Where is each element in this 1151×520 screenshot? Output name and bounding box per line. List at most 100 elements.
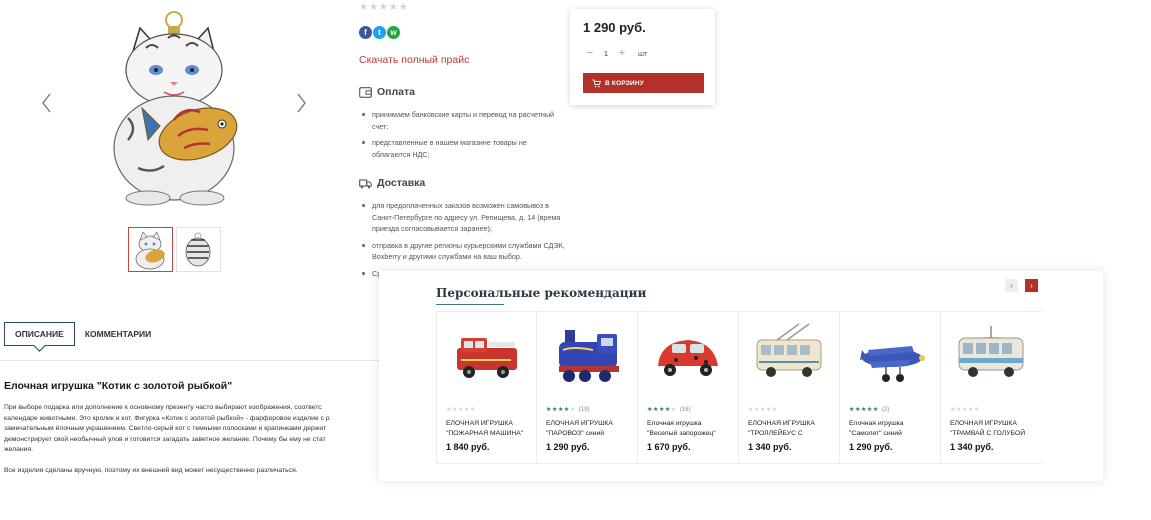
- quantity-unit: шт: [638, 48, 648, 58]
- recommendations-carousel: ★★★★★★★★★★ ЕЛОЧНАЯ ИГРУШКА "ПОЖАРНАЯ МАШ…: [436, 312, 1042, 464]
- carousel-next-button[interactable]: ›: [1025, 279, 1038, 292]
- product-card-title[interactable]: ЕЛОЧНАЯ ИГРУШКА "ПАРОВОЗ" синий: [546, 419, 632, 439]
- facebook-icon[interactable]: f: [359, 26, 372, 39]
- red-car-toy-image: [646, 320, 731, 398]
- locomotive-toy-image: [545, 320, 630, 398]
- payment-list: принимаем банковские карты и перевод на …: [361, 109, 566, 165]
- description-line: замечательным ёлочным украшением. Светло…: [4, 425, 327, 433]
- product-rating-stars: ★★★★★: [359, 2, 409, 13]
- whatsapp-icon[interactable]: w: [387, 26, 400, 39]
- payment-item: принимаем банковские карты и перевод на …: [361, 109, 566, 132]
- product-card[interactable]: ★★★★★ ★★★★★ (2) Елочная игрушка "Самолет"…: [840, 312, 941, 463]
- handmade-note: Все изделия сделаны вручную, поэтому их …: [4, 467, 298, 474]
- thumbnail-striped-ornament[interactable]: [176, 227, 221, 272]
- product-rating: ★★★★★★★★★★ (16): [647, 406, 691, 414]
- red-car-icon: [658, 340, 718, 376]
- product-card[interactable]: ★★★★★★★★★★ ЕЛОЧНАЯ ИГРУШКА "ПОЖАРНАЯ МАШ…: [436, 312, 537, 463]
- cat-ornament-image: [113, 11, 238, 206]
- product-card[interactable]: ★★★★★★★★★★ ЕЛОЧНАЯ ИГРУШКА "ТРАМВАЙ С ГО…: [941, 312, 1042, 463]
- add-to-cart-label: В КОРЗИНУ: [605, 79, 645, 87]
- description-title: Елочная игрушка "Котик с золотой рыбкой": [4, 380, 233, 392]
- product-tabs: ОПИСАНИЕ КОММЕНТАРИИ: [4, 322, 161, 346]
- product-card[interactable]: ★★★★★★★★★★ (19) ЕЛОЧНАЯ ИГРУШКА "ПАРОВОЗ…: [537, 312, 638, 463]
- social-share: f t w: [359, 26, 400, 39]
- product-card-title[interactable]: ЕЛОЧНАЯ ИГРУШКА "ТРАМВАЙ С ГОЛУБОЙ: [950, 419, 1036, 439]
- rating-stars-icon: ★★★★★★★★★★: [546, 407, 576, 413]
- product-card-title[interactable]: Елочная игрушка "Самолет" синий: [849, 419, 935, 439]
- product-price: 1 290 руб.: [583, 20, 646, 35]
- cat-thumbnail-image: [135, 231, 165, 270]
- product-card-price: 1 290 руб.: [849, 442, 893, 452]
- twitter-icon[interactable]: t: [373, 26, 386, 39]
- description-line: желания.: [4, 446, 33, 454]
- review-count: (2): [881, 406, 890, 413]
- payment-title-text: Оплата: [377, 86, 416, 98]
- description-text: При выборе подарка или дополнение к осно…: [4, 403, 384, 456]
- chevron-right-icon: [297, 93, 306, 113]
- product-card-title[interactable]: ЕЛОЧНАЯ ИГРУШКА "ТРОЛЛЕЙБУС С: [748, 419, 834, 439]
- rating-stars-icon: ★★★★★★★★★★: [849, 407, 879, 413]
- quantity-stepper: − 1 + шт: [583, 47, 648, 59]
- tab-description[interactable]: ОПИСАНИЕ: [4, 322, 75, 346]
- product-rating: ★★★★★★★★★★: [748, 406, 781, 413]
- product-card[interactable]: ★★★★★★★★★★ (16) Елочная игрушка "Веселый…: [638, 312, 739, 463]
- rating-stars-icon: ★★★★★★★★★★: [950, 407, 980, 413]
- recommendations-title: Персональные рекомендации: [436, 286, 647, 300]
- product-card-title[interactable]: ЕЛОЧНАЯ ИГРУШКА "ПОЖАРНАЯ МАШИНА": [446, 419, 532, 439]
- rating-stars-icon: ★★★★★★★★★★: [748, 407, 778, 413]
- gallery-next-arrow[interactable]: [294, 92, 308, 114]
- locomotive-icon: [559, 330, 619, 382]
- ornament-thumbnail-image: [185, 232, 211, 267]
- wallet-icon: [359, 86, 372, 98]
- review-count: (19): [578, 406, 590, 413]
- thumbnail-cat-with-fish[interactable]: [128, 227, 173, 272]
- rating-stars-icon: ★★★★★★★★★★: [647, 407, 677, 413]
- delivery-item: отправка в другие регионы курьерскими сл…: [361, 240, 566, 263]
- gallery-prev-arrow[interactable]: [40, 92, 54, 114]
- download-price-list-link[interactable]: Скачать полный прайс: [359, 54, 469, 66]
- tab-comments[interactable]: КОММЕНТАРИИ: [75, 322, 161, 346]
- product-rating: ★★★★★★★★★★ (19): [546, 406, 590, 414]
- product-card-title[interactable]: Елочная игрушка "Веселый запорожец": [647, 419, 733, 439]
- description-line: демонстрирует свой необычный улов и гото…: [4, 435, 326, 443]
- product-card-price: 1 340 руб.: [748, 442, 792, 452]
- title-underline: [436, 304, 504, 305]
- description-line: При выборе подарка или дополнение к осно…: [4, 404, 322, 411]
- product-card-price: 1 340 руб.: [950, 442, 994, 452]
- tram-icon: [958, 326, 1024, 377]
- review-count: (16): [679, 406, 691, 413]
- tabs-divider: [0, 360, 380, 361]
- fire-truck-icon: [457, 338, 517, 378]
- fire-truck-toy-image: [445, 320, 530, 398]
- tram-toy-image: [949, 320, 1034, 398]
- payment-item: представленные в нашем магазине товары н…: [361, 137, 566, 160]
- product-rating: ★★★★★ ★★★★★ (2): [849, 406, 890, 414]
- rating-stars-icon: ★★★★★★★★★★: [446, 407, 476, 413]
- product-card-price: 1 290 руб.: [546, 442, 590, 452]
- trolleybus-icon: [756, 323, 822, 377]
- buy-box: 1 290 руб. − 1 + шт В КОРЗИНУ: [570, 9, 715, 105]
- product-main-image: [88, 8, 258, 206]
- description-line: календаре животными. Это кролик и кот. Ф…: [4, 414, 330, 422]
- product-card-price: 1 840 руб.: [446, 442, 490, 452]
- product-rating: ★★★★★★★★★★: [446, 406, 479, 413]
- chevron-left-icon: [42, 93, 51, 113]
- quantity-increase-button[interactable]: +: [615, 47, 629, 59]
- delivery-item: для предоплаченных заказов возможен само…: [361, 200, 566, 235]
- trolleybus-toy-image: [747, 320, 832, 398]
- quantity-decrease-button[interactable]: −: [583, 47, 597, 59]
- product-card-price: 1 670 руб.: [647, 442, 691, 452]
- delivery-icon: [359, 178, 372, 188]
- delivery-section-title: Доставка: [359, 177, 425, 189]
- recommendations-panel: Персональные рекомендации ‹ › ★★★★★★★★★★: [379, 271, 1103, 481]
- delivery-title-text: Доставка: [377, 177, 426, 189]
- airplane-icon: [860, 346, 925, 382]
- product-card[interactable]: ★★★★★★★★★★ ЕЛОЧНАЯ ИГРУШКА "ТРОЛЛЕЙБУС С…: [739, 312, 840, 463]
- carousel-prev-button[interactable]: ‹: [1005, 279, 1018, 292]
- product-rating: ★★★★★★★★★★: [950, 406, 983, 413]
- add-to-cart-button[interactable]: В КОРЗИНУ: [583, 73, 704, 93]
- product-gallery: [0, 0, 350, 280]
- airplane-toy-image: [848, 320, 933, 398]
- payment-section-title: Оплата: [359, 86, 415, 98]
- quantity-input[interactable]: 1: [597, 49, 615, 58]
